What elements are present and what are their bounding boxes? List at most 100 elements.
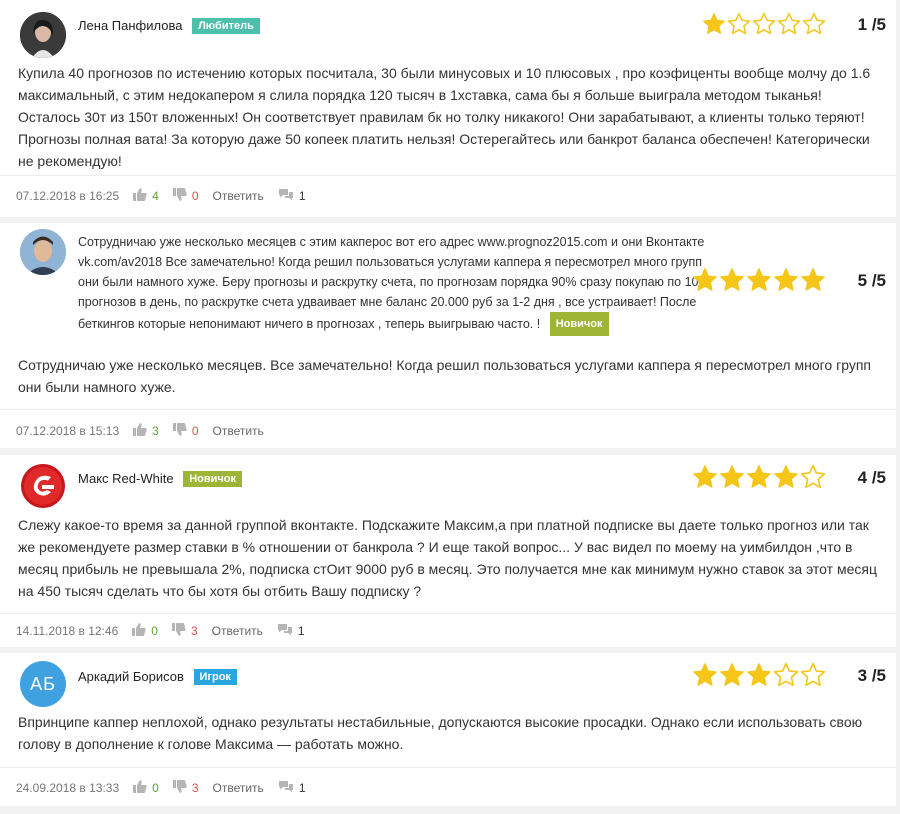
review-snippet: Сотрудничаю уже несколько месяцев с этим… <box>78 232 716 336</box>
author-line: Макс Red-White Новичок <box>78 471 242 487</box>
like-button[interactable]: 3 <box>133 423 159 439</box>
dislike-count: 3 <box>190 624 198 638</box>
thumbs-up-icon <box>133 423 147 439</box>
review-card: АБ Аркадий Борисов Игрок 3 /5 Впринципе … <box>0 653 896 806</box>
thumbs-down-icon <box>172 188 187 204</box>
star-filled-icon <box>720 663 744 686</box>
star-filled-icon <box>720 465 744 488</box>
star-filled-icon <box>774 268 798 291</box>
star-empty-icon <box>802 12 826 35</box>
star-filled-icon <box>747 268 771 291</box>
comments-icon <box>278 780 294 796</box>
rating-score: 1 /5 <box>857 15 886 34</box>
like-count: 4 <box>152 189 159 203</box>
review-date: 24.09.2018 в 13:33 <box>16 781 120 795</box>
review-card: Макс Red-White Новичок 4 /5 Слежу какое-… <box>0 455 896 647</box>
star-empty-icon <box>800 662 826 687</box>
like-count: 3 <box>152 424 159 438</box>
author-line: Лена Панфилова Любитель <box>78 18 260 34</box>
star-filled-icon <box>693 268 717 291</box>
comments-button[interactable]: 1 <box>278 188 306 204</box>
rating-stars <box>692 464 826 490</box>
review-card: Лена Панфилова Любитель 1 /5 Купила 40 п… <box>0 0 896 217</box>
review-text: Слежу какое-то время за данной группой в… <box>18 517 877 599</box>
rating-stars <box>702 12 826 36</box>
author-name[interactable]: Аркадий Борисов <box>78 669 184 684</box>
author-line: Аркадий Борисов Игрок <box>78 669 237 685</box>
rating-stars <box>692 662 826 688</box>
thumbs-up-icon <box>133 188 147 204</box>
review-text: Впринципе каппер неплохой, однако резуль… <box>18 714 863 752</box>
user-badge: Игрок <box>193 669 237 685</box>
dislike-button[interactable]: 3 <box>172 780 199 796</box>
dislike-count: 0 <box>191 424 199 438</box>
review-meta: 07.12.2018 в 15:13 3 0 Ответить <box>16 423 278 439</box>
star-filled-icon <box>801 268 825 291</box>
review-date: 07.12.2018 в 16:25 <box>16 189 120 203</box>
divider <box>0 409 896 410</box>
reply-link[interactable]: Ответить <box>213 781 264 795</box>
snippet-text: Сотрудничаю уже несколько месяцев с этим… <box>78 235 705 331</box>
comments-count: 1 <box>298 189 306 203</box>
dislike-button[interactable]: 0 <box>172 188 199 204</box>
divider <box>0 175 896 176</box>
dislike-button[interactable]: 0 <box>172 423 199 439</box>
comments-count: 1 <box>298 781 306 795</box>
thumbs-down-icon <box>171 623 186 639</box>
thumbs-up-icon <box>132 623 146 639</box>
comments-button[interactable]: 1 <box>278 780 306 796</box>
like-count: 0 <box>151 624 158 638</box>
author-name[interactable]: Макс Red-White <box>78 471 174 486</box>
review-meta: 24.09.2018 в 13:33 0 3 Ответить 1 <box>16 780 320 796</box>
review-text: Купила 40 прогнозов по истечению которых… <box>18 65 871 169</box>
review-card: Сотрудничаю уже несколько месяцев с этим… <box>0 223 896 448</box>
comments-icon <box>277 623 293 639</box>
user-badge: Новичок <box>549 312 609 336</box>
star-filled-icon <box>693 663 717 686</box>
reply-link[interactable]: Ответить <box>212 624 263 638</box>
star-empty-icon <box>777 12 801 35</box>
dislike-button[interactable]: 3 <box>171 623 198 639</box>
divider <box>0 767 896 768</box>
star-filled-icon <box>774 465 798 488</box>
rating-score: 5 /5 <box>857 271 886 290</box>
user-badge: Новичок <box>183 471 242 487</box>
review-meta: 14.11.2018 в 12:46 0 3 Ответить 1 <box>16 623 319 639</box>
like-button[interactable]: 0 <box>132 623 158 639</box>
star-empty-icon <box>800 464 826 489</box>
comments-button[interactable]: 1 <box>277 623 305 639</box>
star-empty-icon <box>773 662 799 687</box>
like-button[interactable]: 4 <box>133 188 159 204</box>
reply-link[interactable]: Ответить <box>213 189 264 203</box>
dislike-count: 3 <box>191 781 199 795</box>
avatar[interactable] <box>20 229 66 275</box>
avatar[interactable] <box>20 463 66 509</box>
comments-count: 1 <box>297 624 305 638</box>
avatar[interactable] <box>20 12 66 58</box>
divider <box>0 613 896 614</box>
avatar-initials: АБ <box>30 673 56 694</box>
star-filled-icon <box>693 465 717 488</box>
rating-score: 3 /5 <box>857 666 886 685</box>
reply-link[interactable]: Ответить <box>213 424 264 438</box>
star-empty-icon <box>727 12 751 35</box>
avatar[interactable]: АБ <box>20 661 66 707</box>
review-date: 14.11.2018 в 12:46 <box>16 624 119 638</box>
like-button[interactable]: 0 <box>133 780 159 796</box>
star-empty-icon <box>752 12 776 35</box>
star-filled-icon <box>747 465 771 488</box>
review-text: Сотрудничаю уже несколько месяцев. Все з… <box>18 357 872 395</box>
star-filled-icon <box>747 663 771 686</box>
author-name[interactable]: Лена Панфилова <box>78 18 182 33</box>
review-meta: 07.12.2018 в 16:25 4 0 Ответить 1 <box>16 188 320 204</box>
rating-score: 4 /5 <box>857 468 886 487</box>
like-count: 0 <box>152 781 159 795</box>
dislike-count: 0 <box>191 189 199 203</box>
user-badge: Любитель <box>192 18 260 34</box>
rating-stars <box>692 267 826 293</box>
star-filled-icon <box>703 13 725 34</box>
thumbs-down-icon <box>172 780 187 796</box>
thumbs-down-icon <box>172 423 187 439</box>
star-filled-icon <box>720 268 744 291</box>
comments-icon <box>278 188 294 204</box>
